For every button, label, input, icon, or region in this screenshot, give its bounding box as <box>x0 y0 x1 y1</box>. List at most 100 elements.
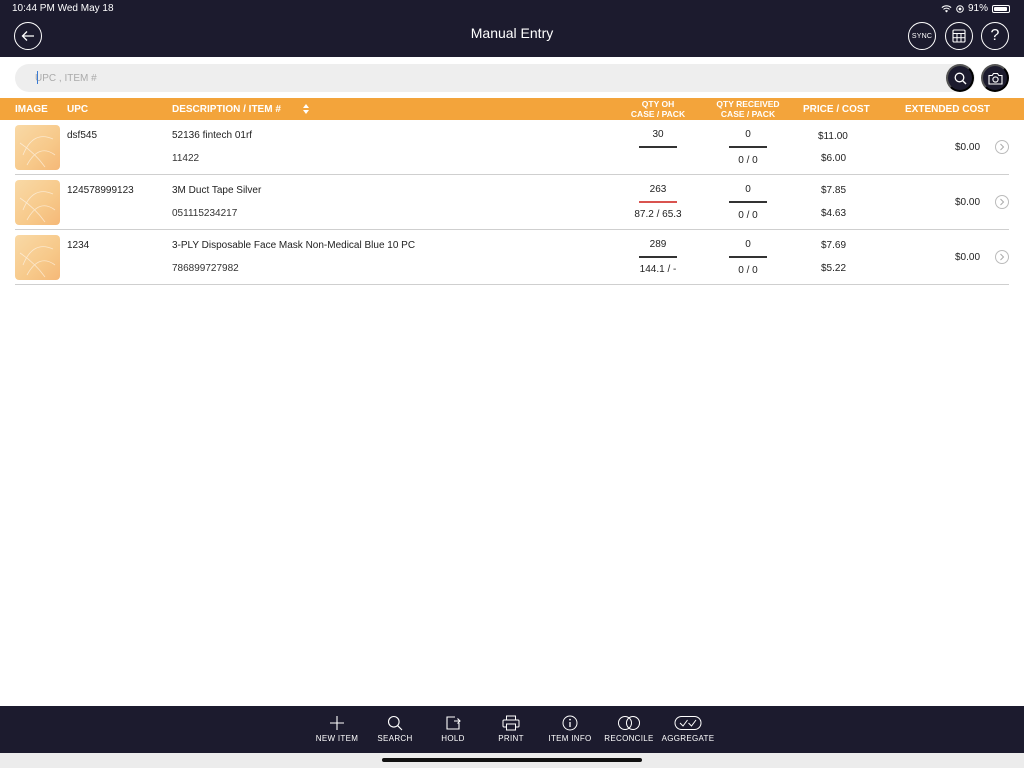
help-button[interactable]: ? <box>981 22 1009 50</box>
printer-icon <box>502 715 520 731</box>
qty-received-underline <box>729 146 767 148</box>
home-indicator[interactable] <box>382 758 642 762</box>
row-qty-oh[interactable]: 263 <box>638 184 678 195</box>
battery-icon <box>992 4 1010 13</box>
row-qty-received[interactable]: 0 <box>728 129 768 140</box>
col-qty-received: QTY RECEIVED CASE / PACK <box>703 98 793 120</box>
wifi-icon <box>941 4 952 13</box>
search-button[interactable] <box>946 64 974 92</box>
calculator-icon <box>952 29 966 43</box>
camera-icon <box>987 72 1003 85</box>
row-detail-button[interactable] <box>995 250 1009 264</box>
page-title: Manual Entry <box>470 25 554 41</box>
search-input[interactable] <box>35 64 915 92</box>
row-qty-received-case-pack: 0 / 0 <box>738 155 758 166</box>
item-image <box>15 125 60 170</box>
reconcile-icon <box>618 716 640 730</box>
col-extended-cost: EXTENDED COST <box>905 103 991 115</box>
aggregate-button[interactable]: AGGREGATE <box>660 706 716 753</box>
top-bar: 10:44 PM Wed May 18 91% Manual Entry SYN… <box>0 0 1024 57</box>
row-description: 3-PLY Disposable Face Mask Non-Medical B… <box>172 240 416 251</box>
row-price: $11.00 <box>818 131 848 142</box>
qty-received-underline <box>729 201 767 203</box>
reconcile-button[interactable]: RECONCILE <box>602 706 656 753</box>
info-icon <box>562 715 578 731</box>
table-row[interactable]: 1234 3-PLY Disposable Face Mask Non-Medi… <box>15 230 1009 285</box>
col-qty-oh-label: QTY OH <box>641 99 675 109</box>
row-extended-cost: $0.00 <box>955 252 981 263</box>
row-qty-received[interactable]: 0 <box>728 184 768 195</box>
bottom-toolbar: NEW ITEM SEARCH HOLD PRINT ITEM INFO REC… <box>0 706 1024 753</box>
qty-oh-underline <box>639 146 677 148</box>
row-upc: 124578999123 <box>67 185 134 196</box>
table-row[interactable]: 124578999123 3M Duct Tape Silver 0511152… <box>15 175 1009 230</box>
row-qty-oh-case-pack: 144.1 / - <box>639 264 677 275</box>
row-detail-button[interactable] <box>995 195 1009 209</box>
camera-scan-button[interactable] <box>981 64 1009 92</box>
status-indicators: 91% <box>941 3 1010 14</box>
search-icon <box>954 72 966 84</box>
new-item-label: NEW ITEM <box>315 734 359 743</box>
item-image <box>15 180 60 225</box>
search-tool-button[interactable]: SEARCH <box>372 706 418 753</box>
row-cost: $4.63 <box>821 208 847 219</box>
search-tool-label: SEARCH <box>377 734 413 743</box>
item-info-button[interactable]: ITEM INFO <box>545 706 595 753</box>
row-qty-oh[interactable]: 30 <box>638 129 678 140</box>
row-qty-received-case-pack: 0 / 0 <box>738 210 758 221</box>
hold-label: HOLD <box>441 734 465 743</box>
plus-icon <box>330 716 344 730</box>
col-qty-received-label: QTY RECEIVED <box>716 99 780 109</box>
row-qty-received-case-pack: 0 / 0 <box>738 265 758 276</box>
col-qty-oh-sub: CASE / PACK <box>630 109 686 119</box>
status-time: 10:44 PM Wed May 18 <box>12 3 114 14</box>
search-icon <box>387 715 403 731</box>
chevron-right-icon <box>1000 143 1005 151</box>
new-item-button[interactable]: NEW ITEM <box>312 706 362 753</box>
sort-icon[interactable] <box>302 103 310 115</box>
row-price: $7.69 <box>821 240 847 251</box>
col-qty-received-sub: CASE / PACK <box>720 109 776 119</box>
qty-oh-underline <box>639 201 677 203</box>
print-label: PRINT <box>498 734 524 743</box>
text-cursor <box>37 71 38 84</box>
table-header: IMAGE UPC DESCRIPTION / ITEM # QTY OH CA… <box>0 98 1024 120</box>
search-bar <box>15 64 975 92</box>
hold-button[interactable]: HOLD <box>433 706 473 753</box>
row-item-number: 051115234217 <box>172 208 238 219</box>
row-item-number: 786899727982 <box>172 263 239 274</box>
qty-oh-underline <box>639 256 677 258</box>
chevron-right-icon <box>1000 253 1005 261</box>
item-info-label: ITEM INFO <box>548 734 592 743</box>
row-qty-received[interactable]: 0 <box>728 239 768 250</box>
row-description: 52136 fintech 01rf <box>172 130 253 141</box>
row-cost: $6.00 <box>821 153 847 164</box>
row-description: 3M Duct Tape Silver <box>172 185 262 196</box>
col-qty-oh: QTY OH CASE / PACK <box>618 98 698 120</box>
item-image <box>15 235 60 280</box>
col-description[interactable]: DESCRIPTION / ITEM # <box>172 98 281 120</box>
battery-percent: 91% <box>967 3 988 14</box>
col-image: IMAGE <box>15 103 48 115</box>
col-upc[interactable]: UPC <box>67 98 88 120</box>
reconcile-label: RECONCILE <box>604 734 654 743</box>
row-item-number: 11422 <box>172 153 200 164</box>
table-row[interactable]: dsf545 52136 fintech 01rf 11422 30 0 0 /… <box>15 120 1009 175</box>
row-cost: $5.22 <box>821 263 847 274</box>
aggregate-label: AGGREGATE <box>661 734 715 743</box>
sync-button[interactable]: SYNC <box>908 22 936 50</box>
row-extended-cost: $0.00 <box>955 197 981 208</box>
row-upc: dsf545 <box>67 130 98 141</box>
row-extended-cost: $0.00 <box>955 142 981 153</box>
print-button[interactable]: PRINT <box>491 706 531 753</box>
qty-received-underline <box>729 256 767 258</box>
calculator-button[interactable] <box>945 22 973 50</box>
row-qty-oh[interactable]: 289 <box>638 239 678 250</box>
col-price-cost: PRICE / COST <box>803 103 870 115</box>
aggregate-icon <box>674 716 702 730</box>
location-icon <box>956 4 964 13</box>
row-price: $7.85 <box>821 185 847 196</box>
chevron-right-icon <box>1000 198 1005 206</box>
hold-icon <box>446 716 461 730</box>
row-detail-button[interactable] <box>995 140 1009 154</box>
